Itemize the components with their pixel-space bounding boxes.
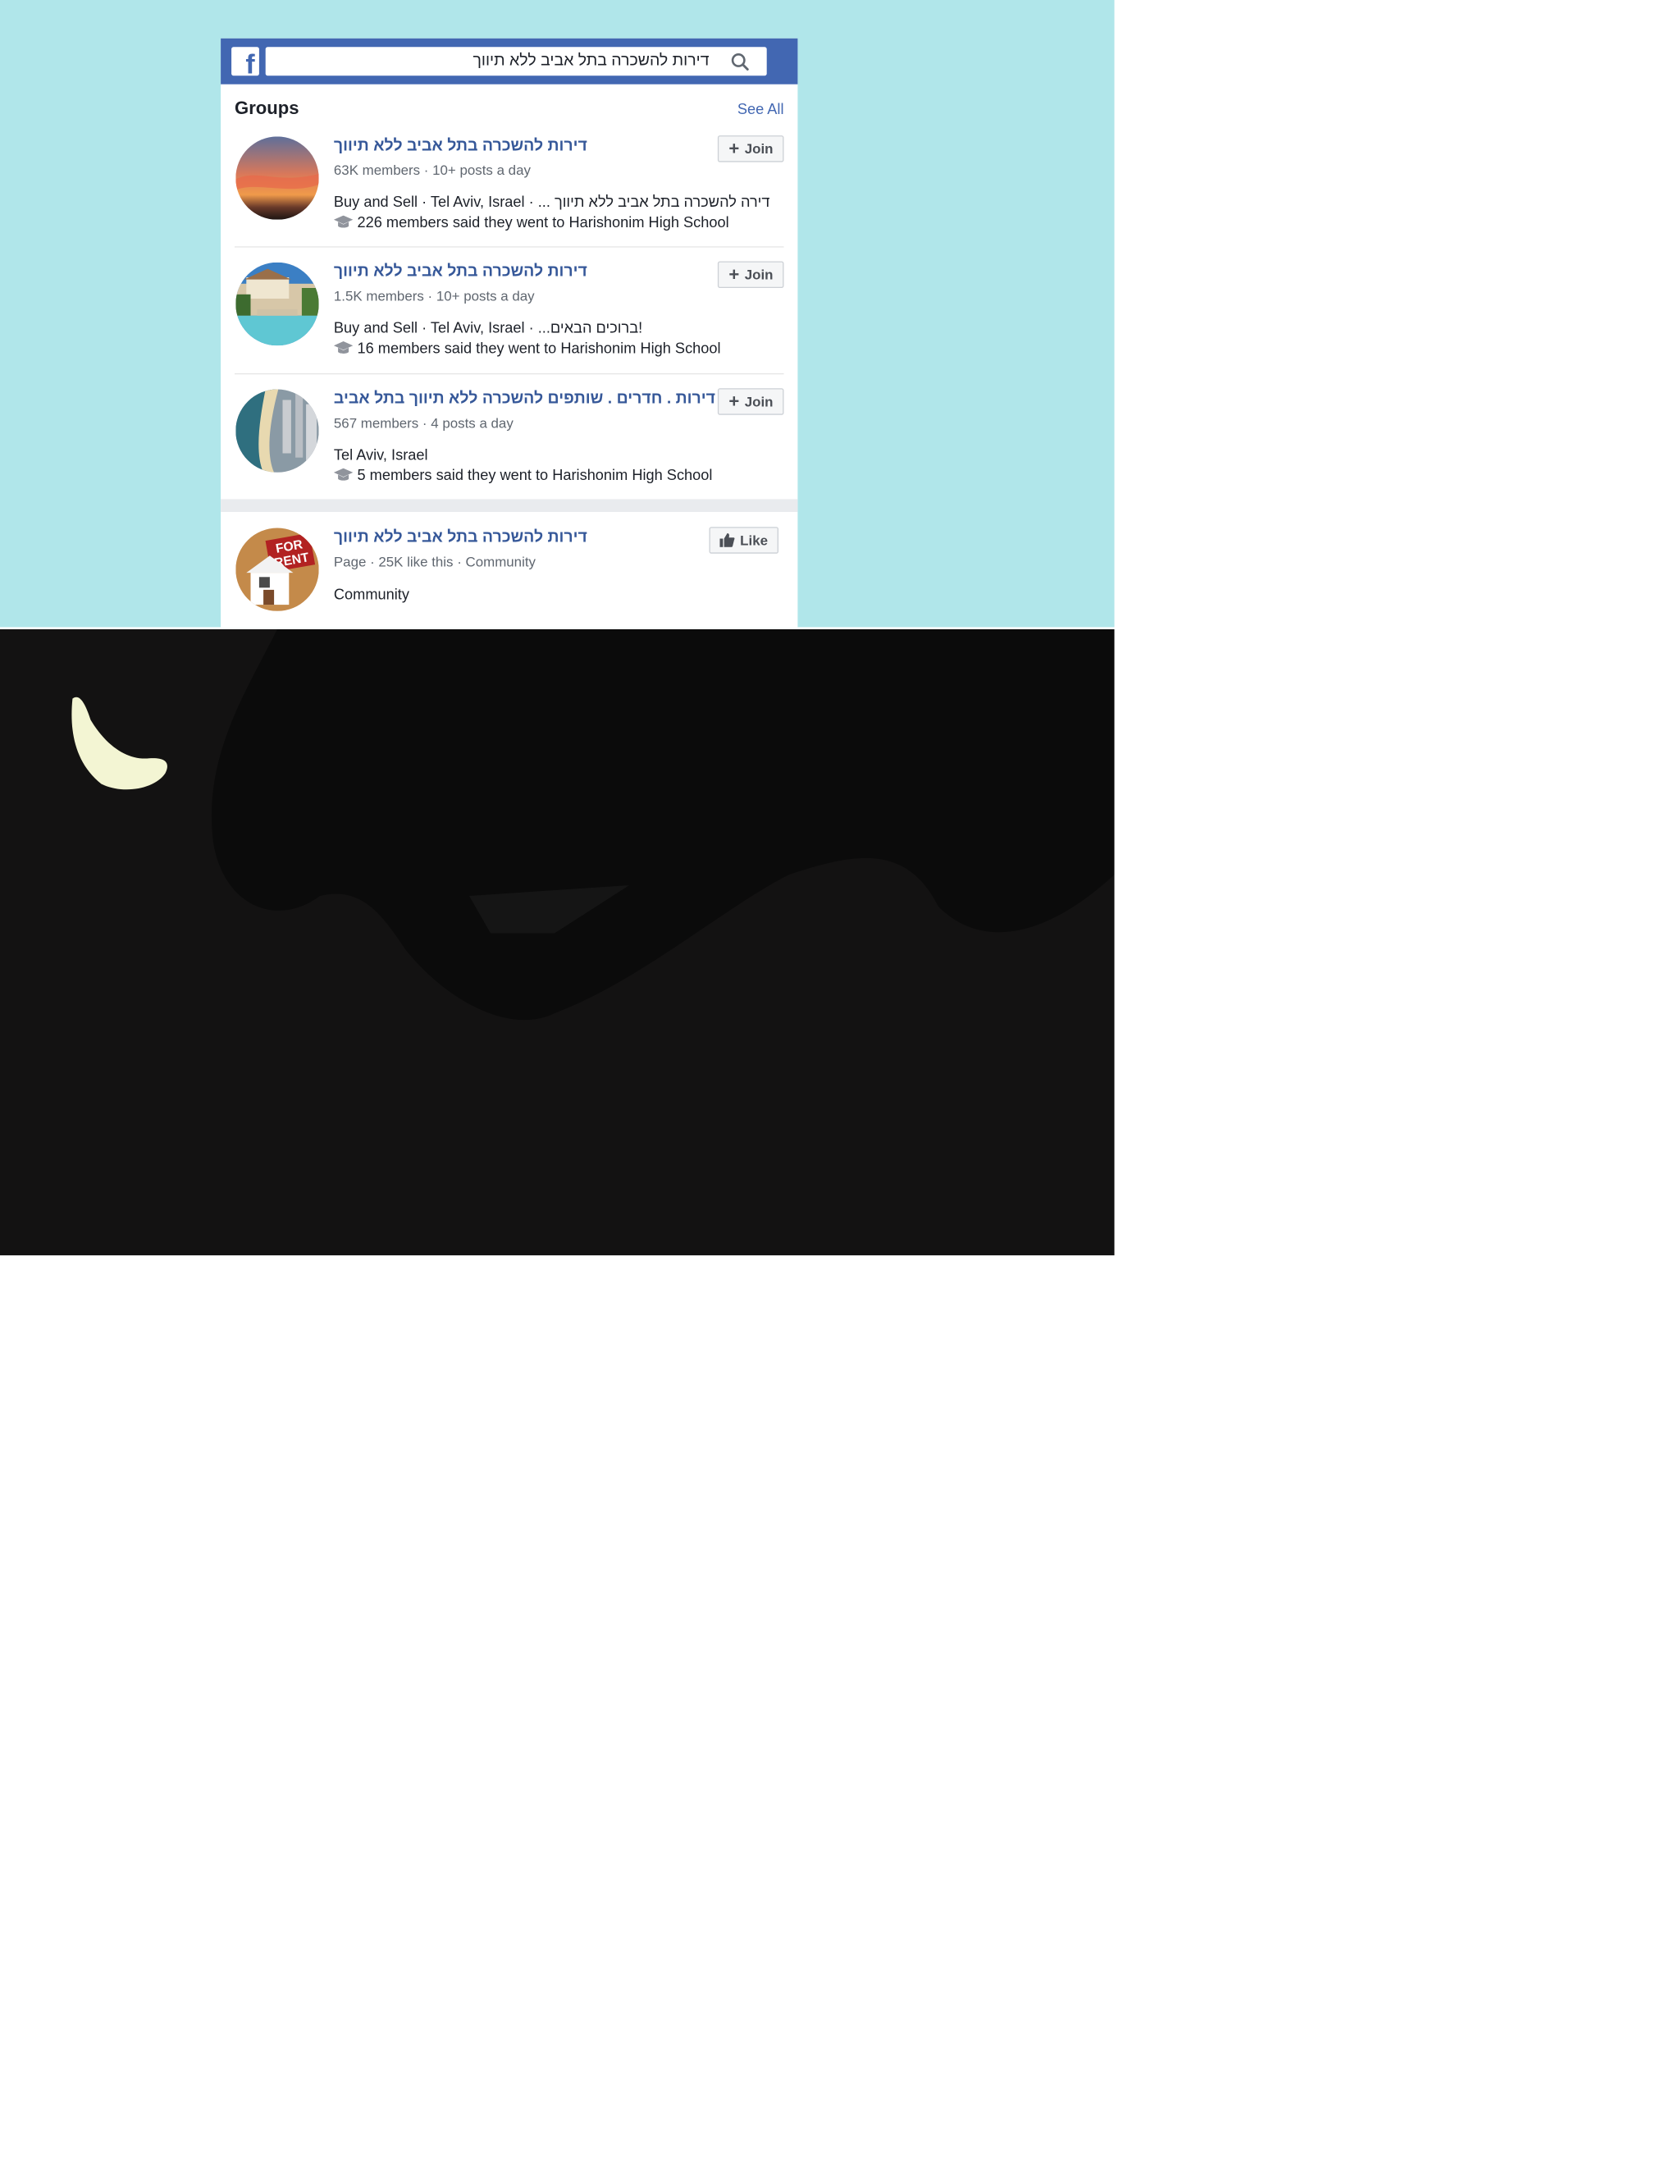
search-input[interactable]: דירות להשכרה בתל אביב ללא תיווך — [265, 47, 767, 76]
group-school-info: 5 members said they went to Harishonim H… — [333, 466, 712, 483]
row-divider — [235, 246, 784, 248]
see-all-link[interactable]: See All — [737, 100, 784, 117]
plus-icon: + — [728, 264, 740, 286]
facebook-header: f דירות להשכרה בתל אביב ללא תיווך — [221, 38, 798, 85]
group-avatar-sunset[interactable] — [235, 136, 319, 220]
group-meta: 1.5K members · 10+ posts a day — [333, 288, 535, 304]
page-title[interactable]: דירות להשכרה בתל אביב ללא תיווך — [334, 528, 587, 546]
plus-icon: + — [728, 139, 740, 159]
search-query: דירות להשכרה בתל אביב ללא תיווך — [472, 51, 710, 70]
graduation-cap-icon — [333, 341, 354, 354]
group-avatar-villa[interactable] — [235, 262, 319, 346]
like-button[interactable]: Like — [709, 527, 778, 554]
group-meta: 567 members · 4 posts a day — [333, 414, 514, 432]
groups-section-title: Groups — [235, 98, 299, 119]
join-button[interactable]: + Join — [718, 261, 784, 288]
page-category: Community — [333, 585, 409, 603]
group-description: Buy and Sell · Tel Aviv, Israel · ... די… — [333, 193, 770, 211]
moon-shape — [71, 697, 167, 790]
group-description: Tel Aviv, Israel — [333, 445, 428, 464]
page-meta: Page · 25K like this · Community — [333, 553, 536, 570]
graduation-cap-icon — [333, 468, 354, 481]
search-results-panel: f דירות להשכרה בתל אביב ללא תיווך Groups… — [221, 38, 798, 628]
join-button[interactable]: + Join — [718, 135, 784, 162]
group-school-info: 16 members said they went to Harishonim … — [333, 339, 721, 356]
graduation-cap-icon — [333, 215, 354, 228]
search-icon[interactable] — [730, 53, 749, 71]
section-separator — [221, 499, 798, 512]
group-meta: 63K members · 10+ posts a day — [333, 162, 531, 179]
group-title[interactable]: דירות . חדרים . שותפים להשכרה ללא תיווך … — [334, 389, 715, 407]
group-title[interactable]: דירות להשכרה בתל אביב ללא תיווך — [334, 136, 587, 154]
group-school-info: 226 members said they went to Harishonim… — [333, 213, 729, 231]
row-divider — [235, 372, 784, 375]
join-button[interactable]: + Join — [718, 388, 784, 415]
group-title[interactable]: דירות להשכרה בתל אביב ללא תיווך — [334, 263, 587, 281]
plus-icon: + — [728, 391, 740, 412]
group-avatar-beach[interactable] — [235, 389, 319, 473]
group-description: Buy and Sell · Tel Aviv, Israel · ...ברו… — [333, 318, 643, 336]
facebook-logo-icon[interactable]: f — [231, 47, 259, 76]
thumbs-up-icon — [719, 533, 735, 547]
page-avatar-for-rent[interactable]: FOR RENT — [235, 528, 319, 611]
